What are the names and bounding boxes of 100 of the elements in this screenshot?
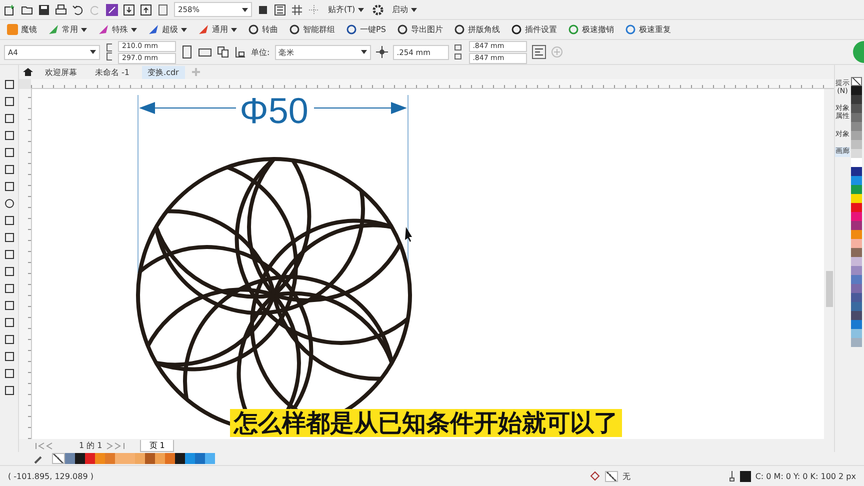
document-tab[interactable]: 欢迎屏幕 bbox=[39, 66, 83, 78]
document-tab[interactable]: 未命名 -1 bbox=[89, 66, 136, 78]
color-swatch[interactable] bbox=[851, 194, 862, 203]
color-swatch[interactable] bbox=[851, 275, 862, 284]
color-swatch[interactable] bbox=[851, 221, 862, 230]
add-icon[interactable] bbox=[550, 46, 563, 58]
import-icon[interactable] bbox=[123, 4, 135, 16]
color-swatch[interactable] bbox=[851, 185, 862, 194]
color-swatch[interactable] bbox=[851, 338, 862, 347]
rectangle-icon[interactable] bbox=[4, 181, 14, 192]
color-swatch[interactable] bbox=[851, 86, 862, 95]
color-swatch[interactable] bbox=[851, 122, 862, 131]
redo-icon[interactable] bbox=[89, 4, 101, 16]
round-badge-icon[interactable] bbox=[850, 41, 864, 63]
color-swatch[interactable] bbox=[851, 203, 862, 212]
color-swatch[interactable] bbox=[851, 149, 862, 158]
portrait-icon[interactable] bbox=[181, 45, 193, 59]
duplicate-distance-icon bbox=[454, 42, 464, 62]
color-swatch[interactable] bbox=[851, 167, 862, 176]
color-swatch[interactable] bbox=[165, 453, 175, 464]
color-swatch[interactable] bbox=[851, 257, 862, 266]
full-screen-icon[interactable] bbox=[257, 4, 269, 16]
color-swatch[interactable] bbox=[115, 453, 125, 464]
color-swatch[interactable] bbox=[205, 453, 215, 464]
grid-icon[interactable] bbox=[291, 4, 303, 16]
color-swatch[interactable] bbox=[125, 453, 135, 464]
color-swatch[interactable] bbox=[851, 266, 862, 275]
plugin-button[interactable]: 一键PS bbox=[343, 22, 389, 38]
color-swatch[interactable] bbox=[75, 453, 85, 464]
color-swatch[interactable] bbox=[851, 131, 862, 140]
video-subtitle: 怎么样都是从已知条件开始就可以了 bbox=[230, 409, 622, 437]
caret-icon bbox=[81, 28, 87, 32]
plugin-button[interactable]: 插件设置 bbox=[508, 22, 560, 38]
mouse-cursor-icon bbox=[405, 227, 412, 242]
options-icon[interactable] bbox=[532, 45, 546, 59]
rulers-icon[interactable] bbox=[274, 4, 286, 16]
color-swatch[interactable] bbox=[851, 140, 862, 149]
color-swatch[interactable] bbox=[851, 248, 862, 257]
color-swatch[interactable] bbox=[851, 320, 862, 329]
plugin-button[interactable]: 智能群组 bbox=[286, 22, 338, 38]
new-document-icon[interactable] bbox=[4, 4, 16, 16]
print-icon[interactable] bbox=[55, 4, 67, 16]
color-swatch[interactable] bbox=[851, 212, 862, 221]
color-swatch[interactable] bbox=[185, 453, 195, 464]
color-swatch[interactable] bbox=[105, 453, 115, 464]
color-swatch[interactable] bbox=[851, 239, 862, 248]
plugin-button[interactable]: 拼版角线 bbox=[450, 22, 503, 38]
caret-icon bbox=[358, 8, 364, 12]
color-swatch[interactable] bbox=[155, 453, 165, 464]
page-tab[interactable]: 页 1 bbox=[140, 440, 174, 452]
plugin-button[interactable]: 极速重复 bbox=[622, 22, 674, 38]
plugin-button[interactable]: 导出图片 bbox=[394, 22, 446, 38]
app-launcher-icon[interactable] bbox=[106, 4, 118, 16]
color-swatch[interactable] bbox=[851, 311, 862, 320]
plugin-button[interactable]: 转曲 bbox=[245, 22, 281, 38]
color-swatch[interactable] bbox=[195, 453, 205, 464]
plugin-button[interactable]: 超级 bbox=[145, 22, 190, 38]
plugin-button[interactable]: 极速撤销 bbox=[564, 22, 617, 38]
save-icon[interactable] bbox=[38, 4, 50, 16]
color-swatch[interactable] bbox=[851, 284, 862, 293]
all-pages-icon[interactable] bbox=[217, 46, 229, 58]
landscape-icon[interactable] bbox=[198, 46, 212, 58]
new-tab-icon[interactable] bbox=[190, 67, 201, 77]
plugin-button[interactable]: 通用 bbox=[195, 22, 240, 38]
export-icon[interactable] bbox=[140, 4, 152, 16]
color-swatch[interactable] bbox=[65, 453, 75, 464]
caret-icon bbox=[131, 28, 137, 32]
color-swatch[interactable] bbox=[851, 230, 862, 239]
caret-icon bbox=[231, 28, 237, 32]
settings-icon[interactable] bbox=[372, 4, 384, 16]
color-swatch[interactable] bbox=[851, 329, 862, 338]
plugin-button[interactable]: 特殊 bbox=[95, 22, 140, 38]
no-color-swatch[interactable] bbox=[851, 77, 862, 86]
folder-icon[interactable] bbox=[21, 4, 33, 16]
fill-status: 无 bbox=[622, 470, 630, 482]
color-swatch[interactable] bbox=[851, 104, 862, 113]
current-page-icon[interactable] bbox=[234, 46, 246, 58]
color-swatch[interactable] bbox=[851, 113, 862, 122]
no-color-swatch[interactable] bbox=[52, 453, 65, 464]
color-swatch[interactable] bbox=[145, 453, 155, 464]
unit-label: 单位: bbox=[251, 46, 270, 58]
color-swatch[interactable] bbox=[175, 453, 185, 464]
undo-icon[interactable] bbox=[72, 4, 84, 16]
color-swatch[interactable] bbox=[851, 95, 862, 104]
no-fill-swatch bbox=[605, 470, 618, 482]
plugin-button[interactable]: 常用 bbox=[45, 22, 90, 38]
color-swatch[interactable] bbox=[851, 176, 862, 185]
snap-to-button[interactable]: 贴齐(T) bbox=[325, 2, 368, 18]
home-icon bbox=[23, 67, 33, 77]
document-tab[interactable]: 变换.cdr bbox=[142, 66, 185, 78]
color-swatch[interactable] bbox=[95, 453, 105, 464]
color-swatch[interactable] bbox=[135, 453, 145, 464]
plugin-button[interactable]: 魔镜 bbox=[4, 22, 40, 38]
color-swatch[interactable] bbox=[851, 302, 862, 311]
fill-bucket-icon bbox=[589, 470, 602, 482]
guidelines-icon[interactable] bbox=[308, 4, 320, 16]
color-swatch[interactable] bbox=[851, 293, 862, 302]
launch-button[interactable]: 启动 bbox=[389, 2, 420, 18]
color-swatch[interactable] bbox=[85, 453, 95, 464]
color-swatch[interactable] bbox=[851, 158, 862, 167]
